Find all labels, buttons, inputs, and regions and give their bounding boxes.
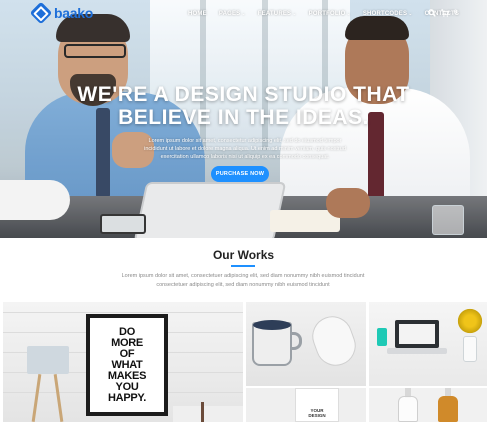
- chevron-down-icon: ⌄: [292, 11, 297, 17]
- bottle-icon: [398, 396, 418, 422]
- laptop-icon: [395, 320, 439, 348]
- poster-line: WHAT: [111, 358, 143, 371]
- nav-item-label: PORTFOLIO: [308, 11, 346, 17]
- chevron-down-icon: ⌄: [408, 11, 413, 17]
- nav-item-features[interactable]: FEATURES⌄: [258, 11, 297, 17]
- nav-item-label: HOME: [188, 11, 207, 17]
- design-card: YOUR DESIGN: [295, 388, 339, 422]
- site-logo[interactable]: baako: [29, 1, 93, 25]
- chevron-down-icon: ⌄: [346, 11, 351, 17]
- nav-item-label: FEATURES: [257, 11, 292, 17]
- mug-icon: [306, 310, 362, 372]
- mug-handle: [290, 332, 302, 350]
- lamp-icon: [27, 346, 69, 374]
- section-title-underline: [231, 265, 255, 267]
- lamp-leg: [31, 374, 42, 422]
- poster-line: OF: [119, 347, 135, 360]
- wall-line: [3, 312, 243, 313]
- nav-item-portfolio[interactable]: PORTFOLIO⌄: [309, 11, 351, 17]
- portfolio-item[interactable]: DO MORE OF WHAT MAKES YOU HAPPY.: [3, 302, 243, 422]
- nav-item-home[interactable]: HOME: [188, 11, 207, 17]
- bottle-icon: [438, 396, 458, 422]
- poster-content: DO MORE OF WHAT MAKES YOU HAPPY.: [90, 318, 164, 412]
- flower-icon: [457, 306, 483, 336]
- poster-line: HAPPY.: [108, 391, 146, 404]
- portfolio-item[interactable]: [246, 302, 366, 386]
- cart-icon[interactable]: [441, 9, 449, 17]
- chevron-down-icon: ⌄: [241, 11, 246, 17]
- nav-item-label: PAGES: [218, 11, 241, 17]
- design-card-line: DESIGN: [308, 413, 326, 418]
- cart-count: 0: [454, 10, 458, 16]
- section-title: Our Works: [212, 248, 275, 262]
- poster-line: MAKES: [107, 369, 147, 382]
- nav-icons: 0: [428, 9, 457, 17]
- nav-item-shortcodes[interactable]: SHORTCODES⌄: [363, 11, 413, 17]
- search-icon[interactable]: [428, 9, 436, 17]
- poster-line: MORE: [111, 336, 143, 349]
- hero-description: Lorem ipsum dolor sit amet, consectetur …: [144, 138, 346, 160]
- logo-text: baako: [54, 5, 93, 21]
- hero-title-line1: WE'RE A DESIGN STUDIO THAT: [77, 83, 410, 106]
- vase-icon: [463, 336, 477, 362]
- top-navigation: baako HOME PAGES⌄ FEATURES⌄ PORTFOLIO⌄ S…: [0, 0, 487, 30]
- mug-rim: [253, 320, 291, 330]
- laptop-base: [387, 348, 447, 354]
- nav-item-pages[interactable]: PAGES⌄: [219, 11, 246, 17]
- poster-frame: DO MORE OF WHAT MAKES YOU HAPPY.: [86, 314, 168, 416]
- portfolio-item[interactable]: [369, 302, 487, 386]
- hero-section: baako HOME PAGES⌄ FEATURES⌄ PORTFOLIO⌄ S…: [0, 0, 487, 238]
- portfolio-item[interactable]: YOUR DESIGN: [246, 388, 366, 422]
- shelf: [173, 406, 243, 422]
- section-description: Lorem ipsum dolor sit amet, consectetuer…: [121, 273, 365, 288]
- poster-line: YOU: [115, 380, 139, 393]
- plant-icon: [201, 402, 204, 422]
- purchase-now-button[interactable]: PURCHASE NOW: [211, 166, 269, 182]
- hero-title-line2: BELIEVE IN THE IDEAS.: [118, 106, 369, 129]
- phone-icon: [377, 328, 387, 346]
- portfolio-item[interactable]: [369, 388, 487, 422]
- nav-item-label: SHORTCODES: [362, 11, 408, 17]
- poster-line: DO: [119, 325, 135, 338]
- lamp-leg: [53, 374, 64, 422]
- logo-icon: [29, 1, 53, 25]
